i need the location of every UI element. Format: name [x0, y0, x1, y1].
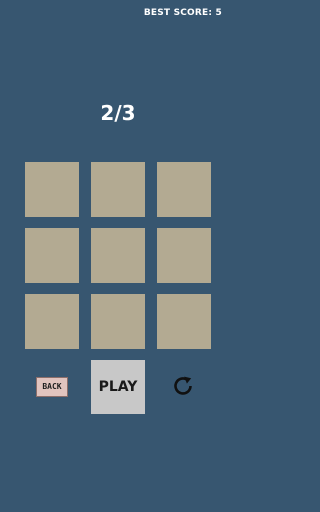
play-button[interactable]: PLAY: [91, 360, 145, 414]
tile-3[interactable]: [157, 162, 211, 217]
tile-2[interactable]: [91, 162, 145, 217]
tile-grid: [25, 162, 211, 349]
restart-icon: [171, 374, 195, 398]
round-progress: 2/3: [100, 101, 136, 125]
tile-1[interactable]: [25, 162, 79, 217]
tile-4[interactable]: [25, 228, 79, 283]
tile-9[interactable]: [157, 294, 211, 349]
tile-5[interactable]: [91, 228, 145, 283]
back-button[interactable]: BACK: [36, 377, 68, 397]
restart-button[interactable]: [171, 374, 195, 398]
tile-6[interactable]: [157, 228, 211, 283]
best-score-label: BEST SCORE: 5: [143, 8, 222, 18]
tile-7[interactable]: [25, 294, 79, 349]
tile-8[interactable]: [91, 294, 145, 349]
